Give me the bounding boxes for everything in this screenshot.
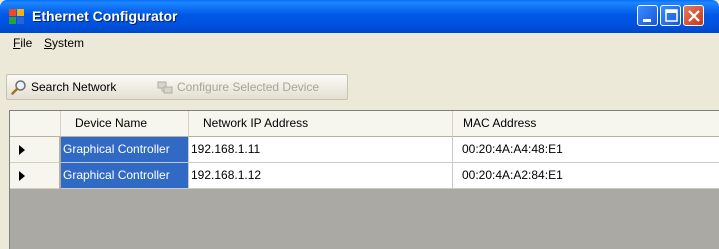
- device-grid[interactable]: Device Name Network IP Address MAC Addre…: [9, 110, 719, 249]
- column-header-ip-address[interactable]: Network IP Address: [189, 111, 453, 137]
- maximize-icon: [665, 9, 678, 22]
- menu-bar: File System: [0, 33, 719, 53]
- menu-file[interactable]: File: [13, 36, 32, 50]
- title-bar[interactable]: Ethernet Configurator: [0, 0, 719, 33]
- current-row-arrow-icon: [19, 171, 25, 181]
- search-network-label: Search Network: [31, 80, 117, 94]
- device-name-cell[interactable]: Graphical Controller: [61, 163, 189, 189]
- row-header[interactable]: [10, 163, 60, 189]
- menu-system[interactable]: System: [44, 36, 84, 50]
- device-name-cell[interactable]: Graphical Controller: [61, 137, 189, 163]
- app-grid-icon[interactable]: [9, 9, 25, 25]
- menu-system-accesskey: S: [44, 36, 53, 50]
- configure-selected-device-button[interactable]: Configure Selected Device: [157, 77, 319, 97]
- ip-address-cell[interactable]: 192.168.1.12: [189, 163, 453, 189]
- toolbar: Search Network Configure Selected Device: [6, 74, 348, 100]
- magnifier-icon: [11, 80, 26, 95]
- close-icon: [688, 10, 700, 22]
- grid-corner-header: [10, 111, 61, 137]
- minimize-icon: [643, 19, 651, 22]
- column-header-mac-address[interactable]: MAC Address: [453, 111, 719, 137]
- configure-selected-device-label: Configure Selected Device: [177, 80, 320, 94]
- current-row-arrow-icon: [19, 145, 25, 155]
- ip-address-cell[interactable]: 192.168.1.11: [189, 137, 453, 163]
- mac-address-cell[interactable]: 00:20:4A:A4:48:E1: [453, 137, 719, 163]
- mac-address-cell[interactable]: 00:20:4A:A2:84:E1: [453, 163, 719, 189]
- column-header-device-name[interactable]: Device Name: [61, 111, 189, 137]
- app-window: Ethernet Configurator File System Search…: [0, 0, 719, 249]
- search-network-button[interactable]: Search Network: [11, 77, 116, 97]
- close-button[interactable]: [683, 5, 704, 26]
- menu-system-label: ystem: [52, 36, 85, 50]
- row-header[interactable]: [10, 137, 60, 163]
- menu-file-label: ile: [20, 36, 33, 50]
- maximize-button[interactable]: [660, 5, 681, 26]
- window-title: Ethernet Configurator: [32, 8, 178, 24]
- network-config-icon: [157, 81, 173, 94]
- minimize-button[interactable]: [637, 5, 658, 26]
